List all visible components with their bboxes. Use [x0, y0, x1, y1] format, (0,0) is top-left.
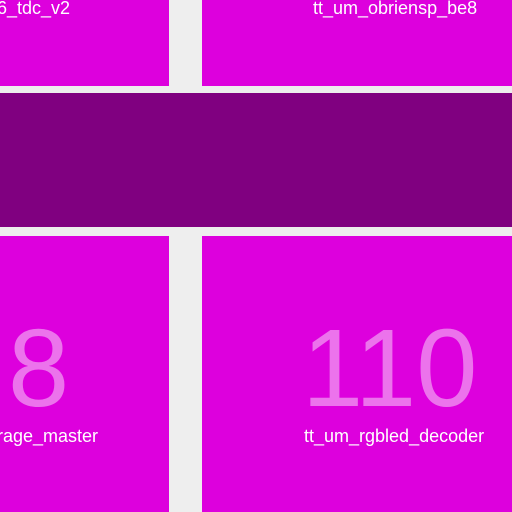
tile-title: 6_tdc_v2	[0, 0, 71, 18]
tile-title: tt_um_obriensp_be8	[313, 0, 478, 18]
tile-bottom-right[interactable]: 110 tt_um_rgbled_decoder	[202, 236, 512, 512]
highlight-band	[0, 93, 512, 227]
tile-title: rage_master	[0, 426, 99, 446]
tile-title: tt_um_rgbled_decoder	[304, 426, 485, 446]
tile-value: 8	[8, 307, 70, 430]
tile-bottom-left[interactable]: 8 rage_master	[0, 236, 169, 512]
tile-top-left[interactable]: 6_tdc_v2	[0, 0, 169, 86]
tile-value: 110	[302, 307, 478, 430]
tile-top-right[interactable]: tt_um_obriensp_be8	[202, 0, 512, 86]
tile-grid: 6_tdc_v2 tt_um_obriensp_be8 8 rage_maste…	[0, 0, 512, 512]
